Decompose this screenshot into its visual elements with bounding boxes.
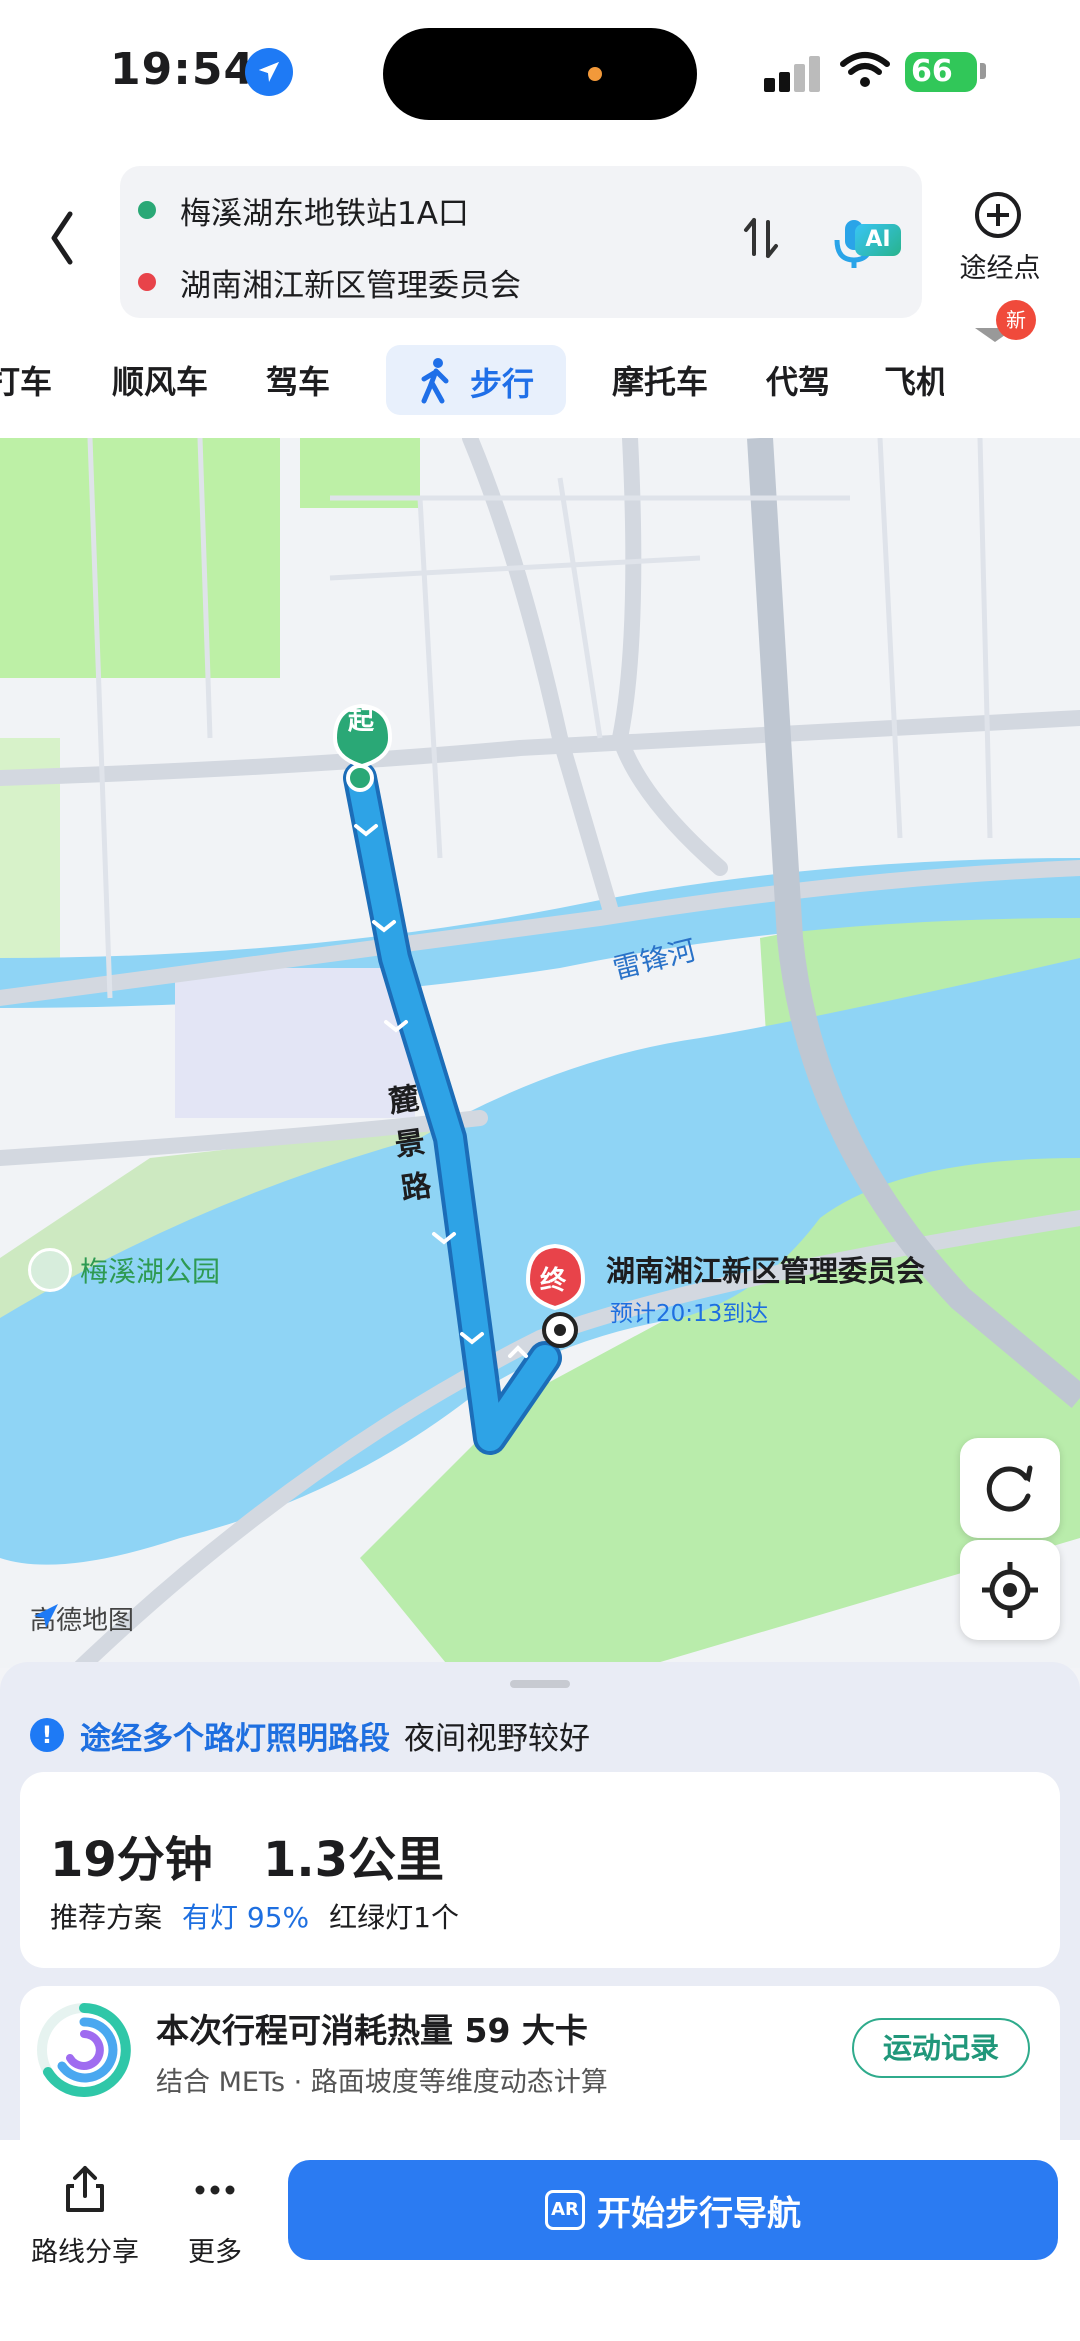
refresh-icon — [986, 1465, 1033, 1512]
more-label: 更多 — [188, 2237, 242, 2268]
ar-icon: AR — [545, 2190, 585, 2230]
calorie-subtitle: 结合 METs · 路面坡度等维度动态计算 — [156, 2067, 608, 2098]
route-summary-card[interactable]: 19分钟 1.3公里 推荐方案 有灯 95% 红绿灯1个 — [20, 1772, 1060, 1968]
tab-drive[interactable]: 驾车 — [266, 357, 330, 403]
tab-walk[interactable]: 步行 — [386, 345, 566, 415]
end-dot-icon — [138, 273, 156, 291]
tab-walk-label: 步行 — [470, 365, 535, 403]
park-icon — [28, 1248, 72, 1292]
eta-label: 预计20:13到达 — [610, 1301, 769, 1327]
park-label: 梅溪湖公园 — [28, 1248, 220, 1292]
destination-name-label: 湖南湘江新区管理委员会 — [606, 1254, 926, 1288]
start-dot-icon — [138, 201, 156, 219]
sheet-drag-handle[interactable] — [510, 1680, 570, 1688]
map-brand: 高德地图 — [30, 1600, 134, 1637]
new-badge: 新 — [996, 300, 1036, 340]
add-waypoint-button[interactable]: 途经点 — [950, 190, 1050, 300]
tab-motorcycle[interactable]: 摩托车 — [612, 357, 708, 403]
share-route-button[interactable]: 路线分享 — [30, 2164, 140, 2269]
activity-ring-icon — [37, 2003, 131, 2097]
end-location-text: 湖南湘江新区管理委员会 — [180, 267, 521, 304]
transport-mode-tabs: 打车 顺风车 驾车 步行 摩托车 代驾 飞机 — [0, 335, 1080, 435]
walking-person-icon — [421, 358, 449, 404]
tip-highlight: 途经多个路灯照明路段 — [80, 1720, 390, 1757]
dynamic-island — [383, 28, 697, 120]
wifi-icon — [840, 50, 890, 90]
ai-badge: AI — [855, 224, 901, 256]
trip-distance: 1.3公里 — [262, 1832, 444, 1888]
share-label: 路线分享 — [31, 2237, 139, 2268]
amap-logo-icon — [34, 1604, 58, 1628]
calorie-title: 本次行程可消耗热量 59 大卡 — [156, 2011, 588, 2050]
tab-carpool[interactable]: 顺风车 — [112, 357, 208, 403]
share-icon — [66, 2166, 104, 2212]
waypoint-label: 途经点 — [959, 253, 1041, 284]
route-details-sheet: ! 途经多个路灯照明路段 夜间视野较好 19分钟 1.3公里 推荐方案 有灯 9… — [0, 1662, 1080, 2186]
map-view[interactable]: 起 终 麓景路 雷锋河 梅溪湖公园 湖南湘江新区管理委员会 预计20:13到达 … — [0, 438, 1080, 1668]
info-icon: ! — [30, 1718, 64, 1752]
status-time: 19:54 — [110, 44, 256, 95]
locate-me-button[interactable] — [960, 1540, 1060, 1640]
tab-chauffeur[interactable]: 代驾 — [766, 357, 830, 403]
tab-taxi[interactable]: 打车 — [0, 357, 52, 403]
tab-flight[interactable]: 飞机 — [884, 357, 944, 403]
chevron-left-icon — [51, 211, 73, 265]
route-input-box: 梅溪湖东地铁站1A口 湖南湘江新区管理委员会 AI — [120, 166, 922, 318]
nav-label: 开始步行导航 — [597, 2193, 801, 2234]
more-button[interactable]: 更多 — [180, 2164, 250, 2269]
more-dots-icon — [195, 2185, 235, 2195]
battery-icon: 66 — [905, 52, 977, 92]
bottom-action-bar: 路线分享 更多 AR 开始步行导航 — [0, 2140, 1080, 2341]
location-arrow-icon — [245, 48, 293, 96]
start-field[interactable]: 梅溪湖东地铁站1A口 — [120, 174, 720, 246]
refresh-route-button[interactable] — [960, 1438, 1060, 1538]
locate-crosshair-icon — [982, 1562, 1038, 1618]
end-field[interactable]: 湖南湘江新区管理委员会 — [120, 246, 720, 318]
lighting-tip: ! 途经多个路灯照明路段 夜间视野较好 — [30, 1710, 590, 1760]
status-bar: 19:54 66 — [0, 0, 1080, 150]
trip-meta: 推荐方案 有灯 95% 红绿灯1个 — [50, 1896, 459, 1936]
swap-button[interactable] — [732, 208, 792, 268]
route-header: 梅溪湖东地铁站1A口 湖南湘江新区管理委员会 AI 途经点 打车 顺风车 驾车 — [0, 150, 1080, 440]
screen: 19:54 66 梅溪湖东地铁站1A口 湖南湘江新区管理委员会 AI 途经点 打… — [0, 0, 1080, 2341]
plan-label: 推荐方案 — [50, 1901, 163, 1934]
battery-tip — [980, 63, 986, 79]
trip-duration: 19分钟 — [50, 1832, 213, 1888]
tip-text: 夜间视野较好 — [404, 1720, 590, 1757]
swap-arrows-icon — [744, 218, 778, 258]
exercise-record-button[interactable]: 运动记录 — [852, 2018, 1030, 2078]
park-name: 梅溪湖公园 — [80, 1255, 221, 1288]
traffic-lights: 红绿灯1个 — [329, 1901, 459, 1934]
add-circle-icon — [975, 192, 1021, 238]
cellular-signal-icon — [764, 56, 824, 92]
end-marker-label: 终 — [540, 1266, 567, 1296]
map-canvas — [0, 438, 1080, 1668]
start-location-text: 梅溪湖东地铁站1A口 — [180, 195, 469, 232]
light-info: 有灯 95% — [182, 1901, 310, 1934]
start-marker-label: 起 — [348, 706, 375, 736]
start-walking-navigation-button[interactable]: AR 开始步行导航 — [288, 2160, 1058, 2260]
back-button[interactable] — [30, 180, 100, 270]
trip-summary: 19分钟 1.3公里 — [50, 1820, 444, 1890]
